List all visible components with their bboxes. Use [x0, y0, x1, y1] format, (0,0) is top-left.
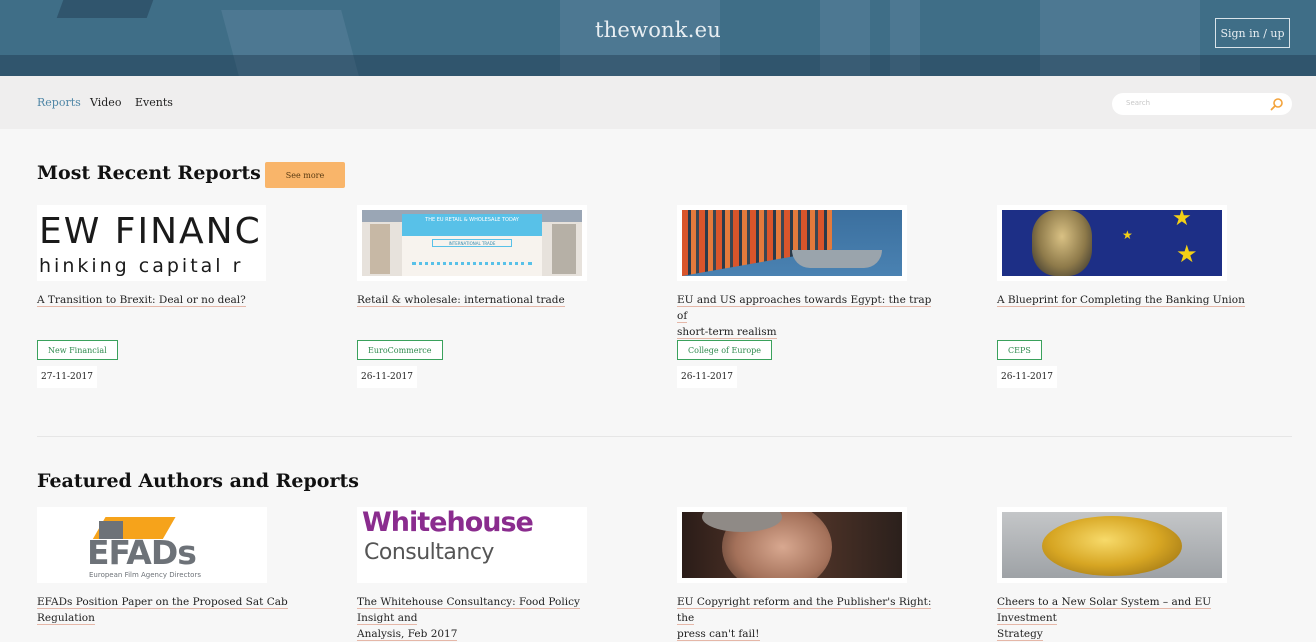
banner-shape [56, 0, 154, 18]
thumb-shape [552, 224, 576, 274]
thumb-shape [412, 262, 532, 276]
publisher-tag[interactable]: New Financial [37, 340, 118, 360]
whitehouse-logo-text: Whitehouse [362, 507, 534, 538]
featured-thumbnail[interactable] [677, 507, 907, 583]
star-icon: ★ [1176, 240, 1198, 268]
logo-text: EW FINANC [39, 211, 262, 252]
search-box[interactable]: Search [1112, 93, 1292, 115]
whitehouse-logo-subtext: Consultancy [364, 540, 494, 565]
featured-thumbnail[interactable]: EFADs European Film Agency Directors [37, 507, 267, 583]
site-logo[interactable]: thewonk.eu [0, 18, 1316, 42]
report-title[interactable]: EU Copyright reform and the Publisher's … [677, 594, 937, 642]
thumb-shape [792, 250, 882, 268]
search-icon[interactable] [1270, 97, 1284, 111]
thumb-shape [1032, 210, 1092, 276]
thumb-shape [370, 224, 390, 274]
report-thumbnail[interactable]: THE EU RETAIL & WHOLESALE TODAY INTERNAT… [357, 205, 587, 281]
section-title-recent: Most Recent Reports [37, 162, 261, 184]
star-icon: ★ [1122, 228, 1133, 242]
thumb-heading: THE EU RETAIL & WHOLESALE TODAY [402, 214, 542, 236]
search-placeholder[interactable]: Search [1126, 99, 1150, 107]
publisher-tag[interactable]: EuroCommerce [357, 340, 443, 360]
banner-shape [0, 55, 1316, 76]
featured-thumbnail[interactable] [997, 507, 1227, 583]
header-banner: thewonk.eu Sign in / up [0, 0, 1316, 76]
report-title[interactable]: EU and US approaches towards Egypt: the … [677, 292, 937, 340]
report-date: 26-11-2017 [677, 366, 737, 388]
report-title[interactable]: A Blueprint for Completing the Banking U… [997, 292, 1257, 308]
see-more-button[interactable]: See more [265, 162, 345, 188]
report-thumbnail[interactable]: ★ ★ ★ [997, 205, 1227, 281]
report-date: 26-11-2017 [357, 366, 417, 388]
efads-logo-text: EFADs [87, 533, 197, 572]
efads-logo-subtitle: European Film Agency Directors [89, 571, 201, 579]
report-title[interactable]: Cheers to a New Solar System – and EU In… [997, 594, 1257, 642]
featured-thumbnail[interactable]: Whitehouse Consultancy [357, 507, 587, 583]
piggy-bank-shape [1042, 516, 1182, 576]
main-nav: Reports Video Events Search [0, 76, 1316, 129]
thumb-subheading: INTERNATIONAL TRADE [432, 239, 512, 247]
report-date: 27-11-2017 [37, 366, 97, 388]
section-divider [37, 436, 1292, 437]
report-date: 26-11-2017 [997, 366, 1057, 388]
star-icon: ★ [1172, 210, 1192, 231]
signin-button[interactable]: Sign in / up [1215, 18, 1290, 48]
report-thumbnail[interactable]: EW FINANC hinking capital r [37, 205, 266, 281]
nav-item-reports[interactable]: Reports [37, 96, 81, 109]
logo-tagline: hinking capital r [39, 255, 244, 277]
report-title[interactable]: EFADs Position Paper on the Proposed Sat… [37, 594, 297, 626]
publisher-tag[interactable]: CEPS [997, 340, 1042, 360]
publisher-tag[interactable]: College of Europe [677, 340, 772, 360]
report-thumbnail[interactable] [677, 205, 907, 281]
report-title[interactable]: The Whitehouse Consultancy: Food Policy … [357, 594, 617, 642]
nav-item-video[interactable]: Video [90, 96, 121, 109]
report-title[interactable]: Retail & wholesale: international trade [357, 292, 617, 308]
nav-item-events[interactable]: Events [135, 96, 173, 109]
section-title-featured: Featured Authors and Reports [37, 470, 359, 492]
report-title[interactable]: A Transition to Brexit: Deal or no deal? [37, 292, 297, 308]
new-financial-logo: EW FINANC hinking capital r [37, 207, 266, 281]
